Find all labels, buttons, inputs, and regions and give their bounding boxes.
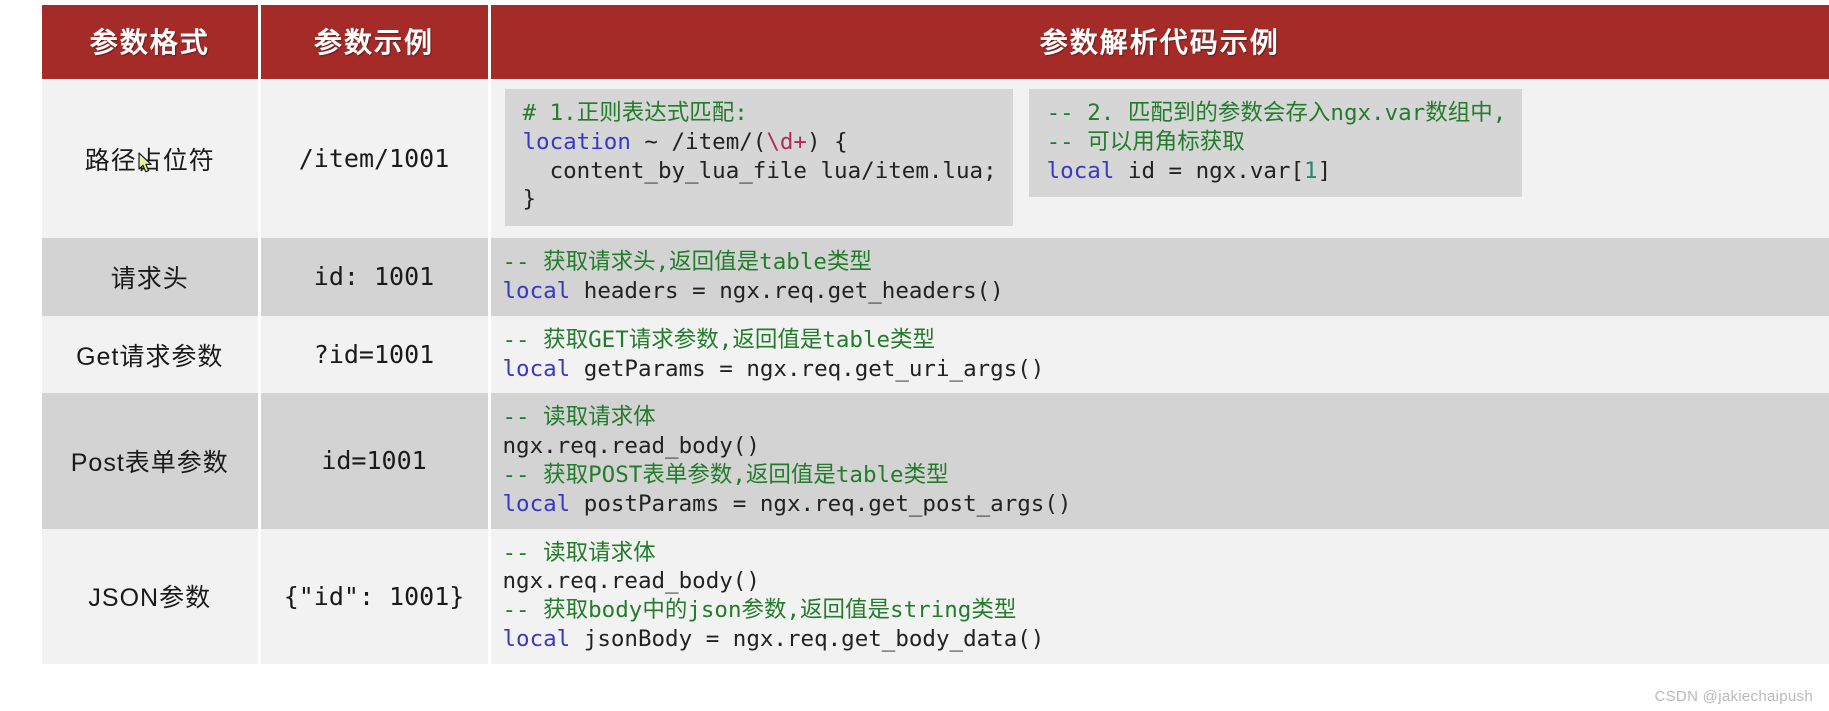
table-body: 路径占位符/item/1001 # 1.正则表达式匹配: location ~ /… [42, 79, 1829, 664]
code-token-comment: -- 获取GET请求参数,返回值是table类型 [502, 326, 936, 353]
code-token-plain: getParams = ngx.req.get_uri_args() [570, 355, 1045, 382]
code-block-group: -- 获取请求头,返回值是table类型 local headers = ngx… [491, 238, 1829, 316]
code-token-comment: -- 获取POST表单参数,返回值是table类型 [502, 461, 949, 488]
parameter-parsing-table: 参数格式 参数示例 参数解析代码示例 路径占位符/item/1001 # 1.正则… [42, 5, 1829, 664]
watermark: CSDN @jakiechaipush [1654, 688, 1813, 705]
column-header-example: 参数示例 [259, 5, 491, 79]
table-header-row: 参数格式 参数示例 参数解析代码示例 [42, 5, 1829, 79]
code-block-group: -- 读取请求体 ngx.req.read_body() -- 获取body中的… [491, 529, 1829, 664]
code-token-comment: # 1. [522, 100, 577, 126]
code-block-group: # 1.正则表达式匹配: location ~ /item/(\d+) { co… [491, 79, 1829, 238]
code-token-comment: -- 读取请求体 [502, 539, 656, 566]
code-token-comment: -- 获取body中的json参数,返回值是string类型 [502, 597, 1017, 624]
code-token-keyword: local [502, 490, 571, 517]
code-token-plain: ~ /item/( [630, 128, 767, 155]
cell-code-sample: # 1.正则表达式匹配: location ~ /item/(\d+) { co… [489, 79, 1829, 239]
code-token-keyword: local [502, 355, 571, 382]
cell-parameter-format: Post表单参数 [42, 393, 261, 529]
code-token-plain: headers = ngx.req.get_headers() [570, 277, 1004, 304]
cell-parameter-example: id: 1001 [259, 238, 491, 316]
code-block: -- 2. 匹配到的参数会存入ngx.var数组中, -- 可以用角标获取 lo… [1028, 89, 1523, 198]
cell-parameter-example: /item/1001 [259, 79, 491, 239]
table-header: 参数格式 参数示例 参数解析代码示例 [42, 5, 1829, 79]
page-root: 参数格式 参数示例 参数解析代码示例 路径占位符/item/1001 # 1.正则… [0, 0, 1829, 711]
code-token-comment: -- 读取请求体 [502, 404, 656, 431]
table-row: JSON参数 {"id": 1001} -- 读取请求体 ngx.req.read_… [42, 528, 1829, 664]
table-row: 路径占位符/item/1001 # 1.正则表达式匹配: location ~ /… [42, 79, 1829, 239]
code-block: # 1.正则表达式匹配: location ~ /item/(\d+) { co… [504, 89, 1013, 227]
cell-parameter-example: ?id=1001 [259, 315, 491, 394]
code-token-keyword: location [522, 128, 631, 155]
cell-parameter-format: JSON参数 [42, 528, 261, 664]
table-row: Post表单参数 id=1001 -- 读取请求体 ngx.req.read_bod… [42, 393, 1829, 529]
code-token-comment: -- 2. 匹配到的参数会存入ngx.var数组中, [1046, 100, 1507, 126]
code-token-plain: } [522, 186, 537, 213]
code-token-plain: jsonBody = ngx.req.get_body_data() [570, 625, 1045, 652]
cell-code-sample: -- 读取请求体 ngx.req.read_body() -- 获取body中的… [489, 528, 1829, 664]
cell-parameter-format: Get请求参数 [42, 315, 261, 394]
cell-code-sample: -- 获取GET请求参数,返回值是table类型 local getParams… [489, 315, 1829, 394]
code-block-group: -- 获取GET请求参数,返回值是table类型 local getParams… [491, 316, 1829, 394]
code-block-group: -- 读取请求体 ngx.req.read_body() -- 获取POST表单… [491, 393, 1829, 528]
code-block: -- 读取请求体 ngx.req.read_body() -- 获取POST表单… [503, 403, 1072, 518]
code-token-comment: -- 可以用角标获取 [1046, 128, 1245, 155]
cell-code-sample: -- 获取请求头,返回值是table类型 local headers = ngx… [489, 238, 1829, 316]
table-row: Get请求参数 ?id=1001 -- 获取GET请求参数,返回值是table类型 … [42, 315, 1829, 394]
code-token-plain: ) { [806, 128, 848, 155]
code-token-keyword: local [1046, 157, 1115, 184]
code-block: -- 获取GET请求参数,返回值是table类型 local getParams… [503, 326, 1045, 384]
code-token-keyword: local [502, 625, 571, 652]
code-token-comment: 正则表达式匹配: [576, 100, 748, 126]
cell-parameter-example: id=1001 [259, 393, 491, 529]
code-token-plain: content_by_lua_file lua/item.lua; [522, 157, 997, 184]
code-token-plain: ] [1317, 157, 1332, 184]
cell-parameter-format: 路径占位符 [42, 79, 261, 239]
code-block: -- 获取请求头,返回值是table类型 local headers = ngx… [503, 248, 1004, 306]
code-token-regex: \d+ [766, 128, 807, 155]
code-token-keyword: local [502, 277, 571, 304]
cell-code-sample: -- 读取请求体 ngx.req.read_body() -- 获取POST表单… [489, 393, 1829, 529]
code-token-plain: ngx.req.read_body() [502, 433, 760, 460]
code-token-plain: postParams = ngx.req.get_post_args() [570, 490, 1072, 517]
code-token-comment: -- 获取请求头,返回值是table类型 [502, 249, 872, 276]
code-token-plain: ngx.req.read_body() [502, 568, 760, 595]
code-token-num: 1 [1304, 157, 1318, 184]
table-row: 请求头 id: 1001 -- 获取请求头,返回值是table类型 local he… [42, 238, 1829, 316]
cell-parameter-format: 请求头 [42, 238, 261, 316]
code-block: -- 读取请求体 ngx.req.read_body() -- 获取body中的… [503, 539, 1045, 654]
cell-parameter-example: {"id": 1001} [259, 528, 491, 664]
column-header-code: 参数解析代码示例 [489, 5, 1829, 79]
code-token-plain: id = ngx.var[ [1114, 157, 1305, 184]
column-header-format: 参数格式 [42, 5, 261, 79]
